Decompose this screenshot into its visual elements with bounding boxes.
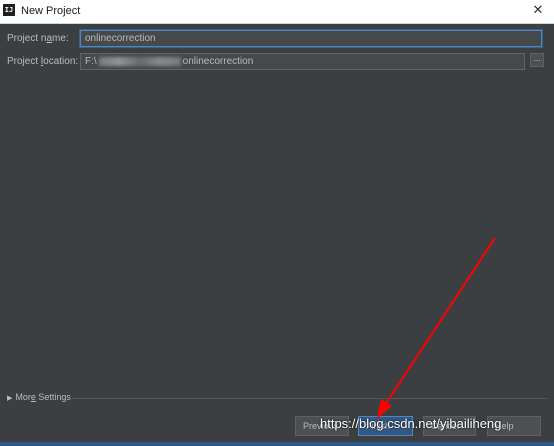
project-name-label: Project name: <box>7 33 69 44</box>
close-icon[interactable]: ✕ <box>530 3 546 19</box>
finish-button[interactable]: Finish <box>358 416 413 436</box>
previous-button[interactable]: Previous <box>295 416 349 436</box>
intellij-logo-icon: IJ <box>3 4 15 16</box>
location-prefix: F:\ <box>85 56 97 67</box>
project-name-label-post: me: <box>52 33 69 44</box>
help-button[interactable]: Help <box>487 416 541 436</box>
project-location-label-pre: Project <box>7 56 41 67</box>
project-location-input[interactable]: F:\ onlinecorrection <box>80 53 525 70</box>
project-location-label: Project location: <box>7 56 78 67</box>
project-name-value: onlinecorrection <box>85 33 156 44</box>
browse-button[interactable]: ... <box>530 53 544 67</box>
window-title: New Project <box>21 5 81 17</box>
cancel-button[interactable]: Cancel <box>423 416 476 436</box>
redacted-path-segment <box>98 56 181 66</box>
project-name-label-pre: Project n <box>7 33 47 44</box>
project-name-input[interactable]: onlinecorrection <box>80 30 542 47</box>
more-settings-toggle[interactable]: ▶ More Settings <box>7 392 71 402</box>
title-bar: IJ New Project ✕ <box>0 0 554 24</box>
bottom-edge-strip <box>0 442 554 446</box>
settings-divider <box>72 398 548 399</box>
location-suffix: onlinecorrection <box>182 56 254 67</box>
more-settings-label-pre: Mor <box>15 392 31 402</box>
arrow-shaft <box>384 237 496 406</box>
more-settings-label-post: Settings <box>35 392 71 402</box>
triangle-right-icon: ▶ <box>7 395 13 402</box>
project-location-label-post: ocation: <box>43 56 79 67</box>
